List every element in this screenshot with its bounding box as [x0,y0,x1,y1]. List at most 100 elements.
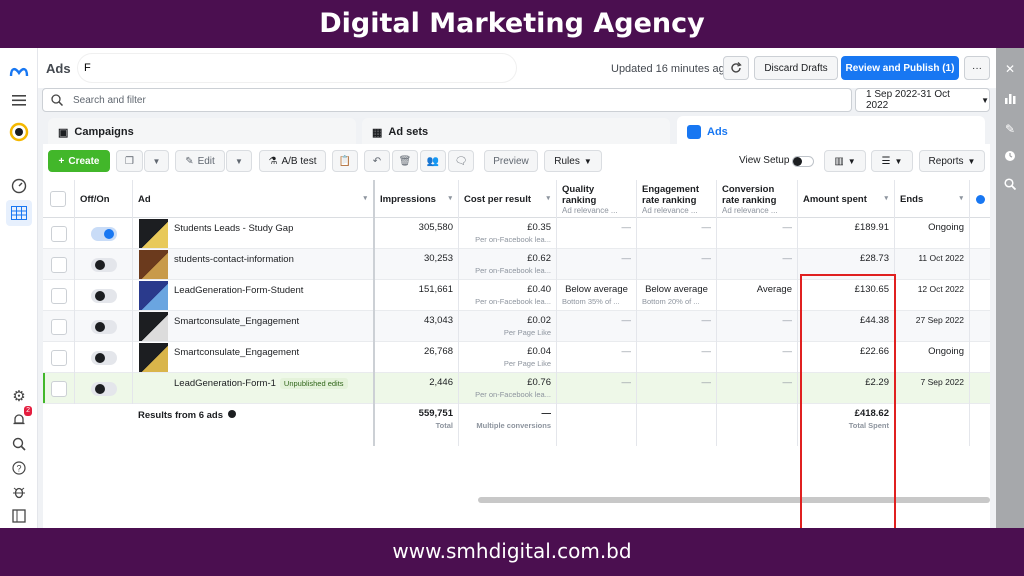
view-setup-label: View Setup [739,155,790,166]
delete-button[interactable]: 🗑 [392,150,418,172]
search-input[interactable]: Search and filter [42,88,852,112]
quality-value: Below average [565,284,628,295]
col-quality-ranking[interactable]: Quality ranking Ad relevance ... [557,180,637,218]
reports-button[interactable]: Reports ▼ [919,150,985,172]
row-checkbox[interactable] [51,226,67,242]
edit-dropdown-button[interactable]: ▼ [226,150,252,172]
chevron-down-icon: ▼ [847,156,856,166]
audience-button[interactable]: 👥 [420,150,446,172]
impressions-cell: 305,580 [375,218,459,249]
ad-name-input[interactable] [78,54,516,82]
select-all-checkbox[interactable] [50,191,66,207]
breakdown-button[interactable]: ☰ ▼ [871,150,913,172]
col-off-on[interactable]: Off/On [75,180,133,218]
ad-on-off-toggle[interactable] [91,258,117,272]
col-impressions[interactable]: Impressions ▾ [375,180,459,218]
meta-logo-icon[interactable] [9,62,29,82]
chevron-down-icon: ▼ [235,156,243,166]
tab-campaigns[interactable]: ▣ Campaigns [48,118,356,146]
totals-engagement-cell [637,404,717,446]
ad-thumbnail [139,250,168,279]
dashboard-gauge-icon[interactable] [9,176,29,196]
table-header: Off/On Ad ▾ Impressions ▾ Cost per resul… [43,180,990,218]
cost-per-result-cell: £0.04 Per Page Like [459,342,557,373]
amount-spent-cell: £130.65 [798,280,895,311]
refresh-button[interactable] [723,56,749,80]
table-row[interactable]: LeadGeneration-Form-Student 151,661 £0.4… [43,280,990,311]
bar-chart-icon[interactable] [1002,92,1018,108]
ads-manager-table-icon[interactable] [6,200,32,226]
add-column-button[interactable] [970,180,990,218]
ad-name-link[interactable]: students-contact-information [174,254,294,265]
close-icon[interactable]: ✕ [1002,62,1018,78]
ad-name-link[interactable]: Students Leads - Study Gap [174,223,293,234]
zoom-search-icon[interactable] [1002,178,1018,194]
row-checkbox[interactable] [51,381,67,397]
columns-button[interactable]: ▥ ▼ [824,150,866,172]
menu-icon[interactable] [9,90,29,110]
undo-button[interactable]: ↶ [364,150,390,172]
panel-toggle-icon[interactable] [9,506,29,526]
ends-value: 7 Sep 2022 [920,377,964,387]
edit-button[interactable]: ✎ Edit [175,150,225,172]
col-engagement-ranking[interactable]: Engagement rate ranking Ad relevance ... [637,180,717,218]
edit-pencil-icon[interactable]: ✎ [1002,122,1018,138]
help-icon[interactable]: ? [9,458,29,478]
account-status-icon[interactable] [9,122,29,142]
duplicate-button[interactable]: ❐ [116,150,143,172]
chevron-down-icon: ▼ [967,156,976,166]
row-checkbox[interactable] [51,350,67,366]
table-row[interactable]: Smartconsulate_Engagement 43,043 £0.02 P… [43,311,990,342]
duplicate-dropdown-button[interactable]: ▼ [144,150,169,172]
ad-on-off-toggle[interactable] [91,227,117,241]
report-bug-icon[interactable] [9,482,29,502]
col-ad[interactable]: Ad ▾ [133,180,375,218]
ad-on-off-toggle[interactable] [91,320,117,334]
row-checkbox[interactable] [51,288,67,304]
ad-name-link[interactable]: Smartconsulate_Engagement [174,316,299,327]
col-cost-per-result[interactable]: Cost per result ▾ [459,180,557,218]
view-setup-toggle[interactable] [792,156,814,167]
table-row[interactable]: Smartconsulate_Engagement 26,768 £0.04 P… [43,342,990,373]
clipboard-button[interactable]: 📋 [332,150,358,172]
amount-value: £28.73 [859,253,889,264]
review-and-publish-button[interactable]: Review and Publish (1) [841,56,959,80]
ad-thumbnail [139,312,168,341]
search-icon[interactable] [9,434,29,454]
row-select-cell [43,218,75,249]
ad-on-off-toggle[interactable] [91,351,117,365]
ends-cell: 12 Oct 2022 [895,280,970,311]
search-row: Search and filter 1 Sep 2022-31 Oct 2022… [38,88,996,116]
ad-on-off-toggle[interactable] [91,382,117,396]
ad-name-link[interactable]: LeadGeneration-Form-Student [174,285,303,296]
ad-name-link[interactable]: LeadGeneration-Form-1 Unpublished edits [174,378,348,389]
preview-button[interactable]: Preview [484,150,538,172]
table-row[interactable]: Students Leads - Study Gap 305,580 £0.35… [43,218,990,249]
ends-cell: 7 Sep 2022 [895,373,970,404]
date-range-picker[interactable]: 1 Sep 2022-31 Oct 2022 ▼ [855,88,990,112]
history-clock-icon[interactable] [1002,150,1018,166]
notifications-bell-icon[interactable]: 2 [9,406,32,430]
row-checkbox[interactable] [51,319,67,335]
col-ends[interactable]: Ends ▾ [895,180,970,218]
horizontal-scrollbar[interactable] [478,497,990,503]
engagement-ranking-cell: — [637,249,717,280]
comment-button[interactable]: 🗨 [448,150,474,172]
ad-on-off-toggle[interactable] [91,289,117,303]
rules-button[interactable]: Rules ▼ [544,150,602,172]
impressions-value: 30,253 [423,253,453,264]
discard-drafts-button[interactable]: Discard Drafts [754,56,838,80]
cost-value: £0.62 [527,253,551,264]
col-amount-spent[interactable]: Amount spent ▾ [798,180,895,218]
tab-ad-sets[interactable]: ▦ Ad sets [362,118,670,146]
table-row[interactable]: students-contact-information 30,253 £0.6… [43,249,990,280]
row-checkbox[interactable] [51,257,67,273]
more-options-button[interactable]: ··· [964,56,990,80]
create-button[interactable]: + Create [48,150,110,172]
col-conversion-ranking[interactable]: Conversion rate ranking Ad relevance ... [717,180,798,218]
amount-spent-cell: £22.66 [798,342,895,373]
table-row[interactable]: LeadGeneration-Form-1 Unpublished edits 2… [43,373,990,404]
ad-name-link[interactable]: Smartconsulate_Engagement [174,347,299,358]
ab-test-button[interactable]: ⚗ A/B test [259,150,326,172]
settings-gear-icon[interactable]: ⚙ [9,386,29,406]
